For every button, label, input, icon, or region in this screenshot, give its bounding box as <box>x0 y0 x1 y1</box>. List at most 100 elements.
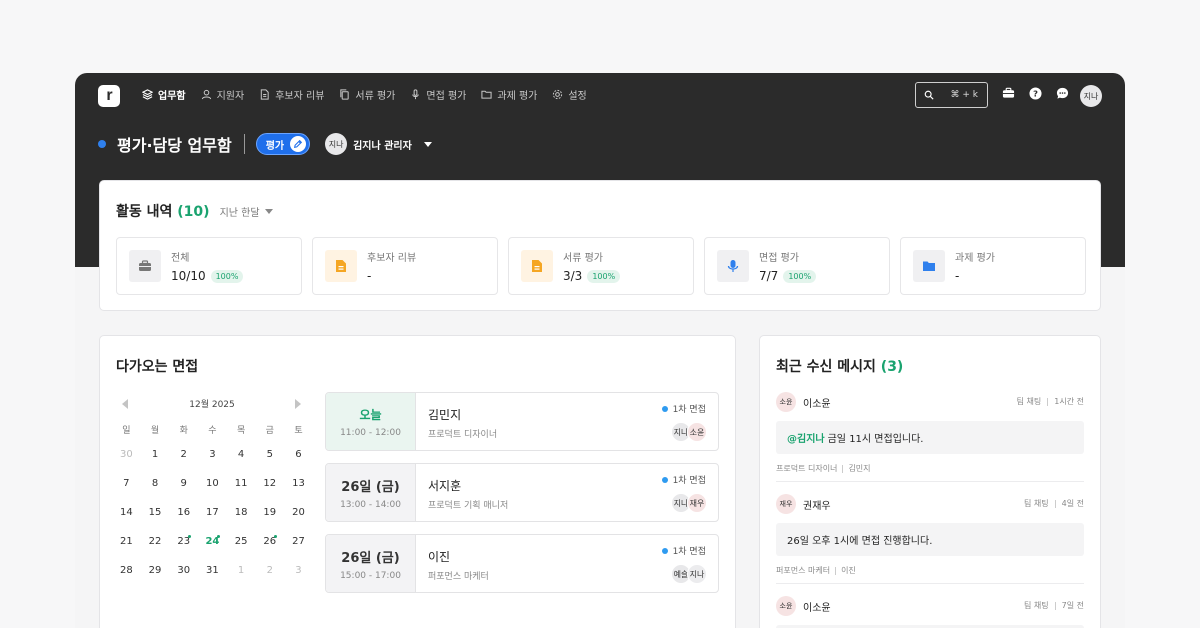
stat-total[interactable]: 전체 10/10 100% <box>116 237 302 295</box>
calendar-day[interactable]: 23 <box>169 527 198 556</box>
chat-icon <box>1056 87 1068 99</box>
stat-text: 면접 평가 7/7 100% <box>759 249 817 283</box>
nav-item-assignment-eval[interactable]: 과제 평가 <box>481 87 537 102</box>
message-item[interactable]: 재우 권재우 팀 채팅 4일 전 26일 오후 1시에 면접 진행합니다. 퍼포먼스 마케… <box>776 494 1084 576</box>
interview-item[interactable]: 26일 (금) 15:00 - 17:00 이진 퍼포먼스 마케터 1차 면접 예슬 지나 <box>325 534 719 593</box>
calendar-day[interactable]: 2 <box>255 556 284 585</box>
calendar: 12월 2025 일 월 화 수 목 금 토 30 1 2 3 4 5 6 7 8 9 10 11 12 13 14 15 1… <box>112 396 312 585</box>
edit-button[interactable] <box>290 136 307 152</box>
calendar-day[interactable]: 4 <box>227 440 256 469</box>
interview-item[interactable]: 26일 (금) 13:00 - 14:00 서지훈 프로덕트 기획 매니저 1차 면접 지… <box>325 463 719 522</box>
message-time: 7일 전 <box>1061 601 1084 610</box>
logo[interactable]: r <box>98 85 120 107</box>
calendar-month: 12월 2025 <box>189 399 235 410</box>
stat-icon-box <box>325 250 357 282</box>
help-button[interactable]: ? <box>1028 86 1042 100</box>
logo-icon: r <box>106 87 113 104</box>
mention[interactable]: @김지나 <box>787 430 825 445</box>
stat-label: 과제 평가 <box>955 253 995 264</box>
prev-month-icon[interactable] <box>122 399 128 409</box>
stat-candidate-review[interactable]: 후보자 리뷰 - <box>312 237 498 295</box>
calendar-day[interactable]: 1 <box>141 440 170 469</box>
stat-icon-box <box>521 250 553 282</box>
stat-interview-eval[interactable]: 면접 평가 7/7 100% <box>704 237 890 295</box>
user-switcher[interactable]: 지나 김지나 관리자 <box>325 133 432 155</box>
calendar-day[interactable]: 3 <box>198 440 227 469</box>
message-footer: 퍼포먼스 마케터 이진 <box>776 565 1084 576</box>
interview-body: 서지훈 프로덕트 기획 매니저 1차 면접 지나 재우 <box>416 464 718 521</box>
message-body[interactable]: 26일 오후 1시에 면접 진행합니다. <box>776 523 1084 556</box>
nav-item-applicants[interactable]: 지원자 <box>201 87 244 102</box>
calendar-day[interactable]: 26 <box>255 527 284 556</box>
calendar-day[interactable]: 1 <box>227 556 256 585</box>
calendar-day[interactable]: 17 <box>198 498 227 527</box>
candidate-name: 김민지 <box>428 408 462 422</box>
caret-down-icon <box>423 141 432 147</box>
calendar-day[interactable]: 30 <box>112 440 141 469</box>
interview-body: 김민지 프로덕트 디자이너 1차 면접 지나 소윤 <box>416 393 718 450</box>
message-divider <box>776 583 1084 584</box>
role-toggle[interactable]: 평가 <box>255 133 311 155</box>
weekday-label: 수 <box>208 425 217 436</box>
nav-item-document-eval[interactable]: 서류 평가 <box>339 87 395 102</box>
nav-item-inbox[interactable]: 업무함 <box>142 87 186 102</box>
candidate-name: 이진 <box>841 566 856 575</box>
stat-value-row: - <box>367 269 416 283</box>
weekday-label: 토 <box>294 425 303 436</box>
calendar-day[interactable]: 18 <box>227 498 256 527</box>
message-time: 1시간 전 <box>1054 397 1084 406</box>
calendar-day[interactable]: 21 <box>112 527 141 556</box>
calendar-day[interactable]: 5 <box>255 440 284 469</box>
nav-item-interview-eval[interactable]: 면접 평가 <box>410 87 466 102</box>
calendar-day[interactable]: 20 <box>284 498 313 527</box>
interview-item[interactable]: 오늘 11:00 - 12:00 김민지 프로덕트 디자이너 1차 면접 지나 소윤 <box>325 392 719 451</box>
weekday-label: 금 <box>265 425 274 436</box>
sender-name: 이소윤 <box>803 602 831 614</box>
interview-time: 13:00 - 14:00 <box>340 499 401 510</box>
user-avatar[interactable]: 지나 <box>1080 85 1102 107</box>
calendar-day[interactable]: 8 <box>141 469 170 498</box>
stat-text: 과제 평가 - <box>955 249 995 283</box>
chat-button[interactable] <box>1055 86 1069 100</box>
mic-icon <box>727 260 739 272</box>
period-dropdown[interactable]: 지난 한달 <box>220 204 273 219</box>
calendar-day[interactable]: 13 <box>284 469 313 498</box>
calendar-day[interactable]: 29 <box>141 556 170 585</box>
stat-assignment-eval[interactable]: 과제 평가 - <box>900 237 1086 295</box>
gear-icon <box>553 89 563 100</box>
calendar-day[interactable]: 11 <box>227 469 256 498</box>
message-item[interactable]: 소윤 이소윤 팀 채팅 7일 전 <box>776 596 1084 628</box>
calendar-day[interactable]: 10 <box>198 469 227 498</box>
calendar-day[interactable]: 6 <box>284 440 313 469</box>
calendar-day[interactable]: 31 <box>198 556 227 585</box>
calendar-day[interactable]: 25 <box>227 527 256 556</box>
calendar-day[interactable]: 24 <box>198 527 227 556</box>
calendar-day[interactable]: 9 <box>169 469 198 498</box>
search-button[interactable]: ⌘ + k <box>915 82 988 108</box>
calendar-day[interactable]: 3 <box>284 556 313 585</box>
calendar-day[interactable]: 14 <box>112 498 141 527</box>
nav-item-settings[interactable]: 설정 <box>552 87 587 102</box>
candidate-role: 퍼포먼스 마케터 <box>428 572 489 582</box>
message-text: 26일 오후 1시에 면접 진행합니다. <box>787 536 933 547</box>
briefcase-button[interactable] <box>1001 86 1015 100</box>
calendar-day[interactable]: 2 <box>169 440 198 469</box>
nav-item-candidate-review[interactable]: 후보자 리뷰 <box>259 87 324 102</box>
interview-date: 오늘 11:00 - 12:00 <box>326 393 416 450</box>
calendar-day[interactable]: 15 <box>141 498 170 527</box>
status-dot <box>98 140 106 148</box>
message-body[interactable]: @김지나 금일 11시 면접입니다. <box>776 421 1084 454</box>
calendar-day[interactable]: 16 <box>169 498 198 527</box>
calendar-day[interactable]: 27 <box>284 527 313 556</box>
calendar-day[interactable]: 7 <box>112 469 141 498</box>
message-item[interactable]: 소윤 이소윤 팀 채팅 1시간 전 @김지나 금일 11시 면접입니다. 프로덕트 디자이너… <box>776 392 1084 474</box>
stat-value: 3/3 <box>563 269 583 283</box>
calendar-day[interactable]: 22 <box>141 527 170 556</box>
calendar-day[interactable]: 19 <box>255 498 284 527</box>
stat-label: 전체 <box>171 253 190 264</box>
calendar-day[interactable]: 28 <box>112 556 141 585</box>
calendar-day[interactable]: 12 <box>255 469 284 498</box>
next-month-icon[interactable] <box>295 399 301 409</box>
stat-document-eval[interactable]: 서류 평가 3/3 100% <box>508 237 694 295</box>
calendar-day[interactable]: 30 <box>169 556 198 585</box>
